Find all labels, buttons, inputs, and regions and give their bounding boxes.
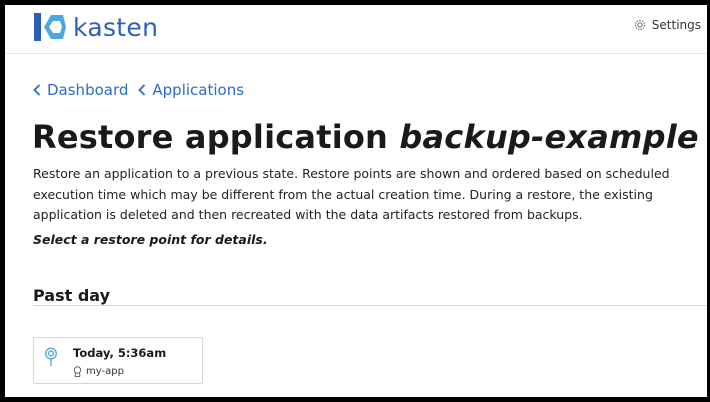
top-bar: kasten Settings bbox=[5, 5, 707, 54]
app-icon bbox=[73, 366, 82, 377]
gear-icon bbox=[634, 19, 645, 31]
kasten-logo[interactable]: kasten bbox=[33, 11, 158, 43]
chevron-left-icon bbox=[33, 84, 41, 96]
breadcrumb-dashboard[interactable]: Dashboard bbox=[33, 81, 128, 99]
breadcrumb-label: Dashboard bbox=[47, 81, 129, 99]
restore-point-app: my-app bbox=[73, 366, 124, 377]
restore-point-card[interactable]: Today, 5:36am my-app bbox=[33, 337, 203, 384]
section-title-past-day: Past day bbox=[33, 286, 111, 305]
section-divider bbox=[33, 305, 707, 306]
settings-label: Settings bbox=[651, 18, 701, 32]
page-description: Restore an application to a previous sta… bbox=[33, 166, 670, 222]
breadcrumb-label: Applications bbox=[152, 81, 245, 99]
settings-link[interactable]: Settings bbox=[634, 18, 701, 32]
page-title-app-name: backup-example bbox=[399, 118, 699, 156]
restore-point-app-name: my-app bbox=[86, 366, 124, 377]
page-title: Restore application backup-example bbox=[32, 118, 699, 156]
breadcrumb-applications[interactable]: Applications bbox=[138, 81, 244, 99]
breadcrumb: Dashboard Applications bbox=[33, 81, 254, 99]
logo-text: kasten bbox=[73, 12, 159, 42]
select-hint: Select a restore point for details. bbox=[33, 232, 268, 247]
pin-icon bbox=[44, 347, 58, 366]
page-title-prefix: Restore application bbox=[32, 118, 389, 156]
kasten-logo-icon bbox=[34, 13, 66, 41]
restore-point-time: Today, 5:36am bbox=[73, 346, 167, 360]
chevron-left-icon bbox=[138, 84, 146, 96]
